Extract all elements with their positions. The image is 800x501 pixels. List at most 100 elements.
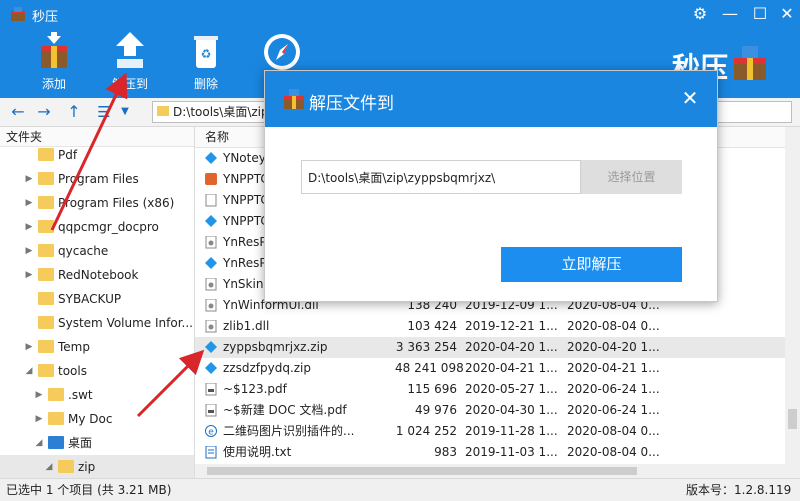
app-logo-icon [10, 6, 26, 22]
tree-item[interactable]: System Volume Infor... [0, 311, 194, 335]
folder-icon [48, 388, 64, 401]
view-list-icon[interactable]: ☰ [92, 102, 116, 122]
folder-icon [48, 412, 64, 425]
forward-arrow-icon[interactable]: → [34, 102, 54, 122]
minimize-button[interactable]: — [715, 2, 745, 26]
tree-item[interactable]: ▶ .swt [0, 383, 194, 407]
pdf-file-icon [205, 404, 217, 417]
recycle-bin-icon: ♻ [194, 36, 218, 68]
table-row[interactable]: zlib1.dll 103 424 2019-12-21 1... 2020-08-0… [195, 316, 785, 337]
folder-icon [38, 172, 54, 185]
folder-icon [38, 196, 54, 209]
maximize-button[interactable]: ☐ [745, 2, 775, 26]
table-row[interactable]: ~$123.pdf 115 696 2020-05-27 1... 2020-06-2… [195, 379, 785, 400]
table-row[interactable]: 使用说明.txt 983 2019-11-03 1... 2020-08-04 0..… [195, 442, 785, 463]
horizontal-scroll-thumb[interactable] [207, 467, 637, 475]
expand-arrow-icon[interactable]: ▶ [24, 335, 34, 359]
expand-arrow-icon[interactable]: ▶ [24, 239, 34, 263]
dll-file-icon [205, 299, 217, 312]
app-title: 秒压 [32, 10, 59, 25]
extract-to-button[interactable]: 解压到 [100, 30, 160, 96]
tree-item[interactable]: ▶ My Doc [0, 407, 194, 431]
vertical-scroll-thumb[interactable] [788, 409, 797, 429]
svg-text:♻: ♻ [201, 47, 212, 61]
folder-icon [38, 292, 54, 305]
expand-arrow-icon[interactable]: ▶ [34, 383, 44, 407]
collapse-arrow-icon[interactable]: ◢ [34, 431, 44, 455]
table-row[interactable]: e 二维码图片识别插件的... 1 024 252 2019-11-28 1... 20… [195, 421, 785, 442]
compass-icon [264, 34, 300, 70]
tree-item[interactable]: ▶ Program Files (x86) [0, 191, 194, 215]
close-button[interactable]: ✕ [772, 2, 800, 26]
tree-item[interactable]: ◢ tools [0, 359, 194, 383]
zip-file-icon [205, 362, 217, 374]
expand-arrow-icon[interactable]: ▶ [24, 215, 34, 239]
tree-item[interactable]: ▶ Program Files [0, 167, 194, 191]
dialog-header: 解压文件到 ✕ [265, 71, 717, 127]
folder-icon [38, 244, 54, 257]
dll-file-icon [205, 320, 217, 333]
status-version: 版本号：1.2.8.119 [686, 483, 792, 497]
choose-location-button[interactable]: 选择位置 [581, 160, 682, 194]
expand-arrow-icon[interactable]: ▶ [24, 167, 34, 191]
folder-icon [157, 106, 169, 116]
up-arrow-icon[interactable]: ↑ [64, 102, 84, 122]
folder-icon [38, 268, 54, 281]
tree-item[interactable]: SYBACKUP [0, 287, 194, 311]
text-file-icon [205, 446, 217, 459]
folder-tree: 文件夹 Pdf ▶ Program Files ▶ Program Files (x… [0, 127, 195, 478]
tree-item[interactable]: ▶ RedNotebook [0, 263, 194, 287]
add-button[interactable]: 添加 [24, 30, 84, 96]
tree-item[interactable]: ▶ qycache [0, 239, 194, 263]
desktop-icon [48, 436, 64, 449]
dialog-close-icon[interactable]: ✕ [677, 85, 703, 111]
svg-text:e: e [208, 428, 214, 438]
table-row[interactable]: ~$新建 DOC 文档.pdf 49 976 2020-04-30 1... 2020… [195, 400, 785, 421]
folder-icon [58, 460, 74, 473]
brand-icon [734, 46, 766, 80]
destination-path-input[interactable] [301, 160, 581, 194]
table-row-selected[interactable]: zyppsbqmrjxz.zip 3 363 254 2020-04-20 1...… [195, 337, 785, 358]
folder-icon [38, 148, 54, 161]
collapse-arrow-icon[interactable]: ◢ [44, 455, 54, 478]
vertical-scrollbar[interactable] [785, 127, 800, 478]
back-arrow-icon[interactable]: ← [8, 102, 28, 122]
app-file-icon [205, 152, 217, 164]
app-file-icon [205, 215, 217, 227]
tree-item[interactable]: ◢ 桌面 [0, 431, 194, 455]
column-name-header[interactable]: 名称 [205, 127, 229, 147]
dll-file-icon [205, 236, 217, 249]
expand-arrow-icon[interactable]: ▶ [34, 407, 44, 431]
browser-file-icon: e [205, 425, 217, 438]
blank-file-icon [205, 194, 217, 207]
add-archive-icon [41, 32, 67, 68]
collapse-arrow-icon[interactable]: ◢ [24, 359, 34, 383]
extract-to-label: 解压到 [111, 77, 148, 91]
dialog-title: 解压文件到 [309, 94, 394, 114]
ppt-file-icon [205, 173, 217, 185]
tree-item[interactable]: Pdf [0, 143, 194, 167]
extract-now-button[interactable]: 立即解压 [501, 247, 682, 282]
dll-file-icon [205, 278, 217, 291]
tree-item-selected[interactable]: ◢ zip [0, 455, 194, 478]
extract-dialog: 解压文件到 ✕ 选择位置 立即解压 [264, 70, 718, 302]
extract-icon [116, 32, 144, 68]
folder-icon [38, 316, 54, 329]
delete-label: 删除 [193, 77, 218, 91]
app-file-icon [205, 257, 217, 269]
folder-icon [38, 340, 54, 353]
settings-icon[interactable]: ⚙ [685, 2, 715, 26]
tree-item[interactable]: ▶ Temp [0, 335, 194, 359]
expand-arrow-icon[interactable]: ▶ [24, 191, 34, 215]
folder-icon [38, 220, 54, 233]
horizontal-scrollbar[interactable] [195, 464, 785, 478]
add-label: 添加 [41, 77, 66, 91]
folder-icon [38, 364, 54, 377]
dialog-logo-icon [284, 89, 304, 109]
expand-arrow-icon[interactable]: ▶ [24, 263, 34, 287]
chevron-down-icon[interactable]: ▼ [118, 102, 132, 122]
table-row[interactable]: zzsdzfpydq.zip 48 241 098 2020-04-21 1... 2… [195, 358, 785, 379]
tree-item[interactable]: ▶ qqpcmgr_docpro [0, 215, 194, 239]
delete-button[interactable]: ♻ 删除 [176, 30, 236, 96]
zip-file-icon [205, 341, 217, 353]
